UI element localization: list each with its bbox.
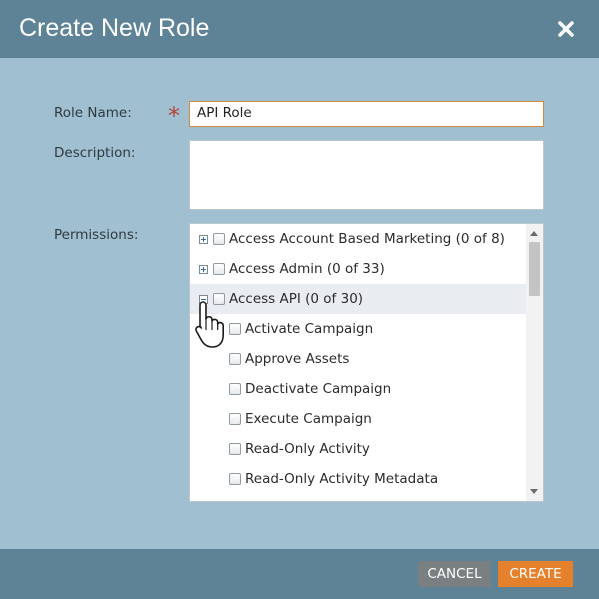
permission-group-abm[interactable]: Access Account Based Marketing (0 of 8) [190, 224, 527, 254]
permission-checkbox[interactable] [229, 383, 241, 395]
dialog-footer: CANCEL CREATE [0, 549, 599, 599]
permission-item-label: Approve Assets [245, 351, 350, 367]
permission-checkbox[interactable] [229, 443, 241, 455]
permission-checkbox[interactable] [229, 413, 241, 425]
permissions-tree[interactable]: Access Account Based Marketing (0 of 8) … [189, 223, 544, 502]
permission-item[interactable]: Read-Only Activity Metadata [190, 464, 527, 494]
permissions-scrollbar[interactable] [526, 224, 543, 501]
hand-pointer-icon [195, 301, 224, 348]
permission-item[interactable]: Activate Campaign [190, 314, 527, 344]
plus-box-icon[interactable] [199, 235, 208, 244]
permission-checkbox[interactable] [213, 233, 225, 245]
dialog-header: Create New Role [0, 0, 599, 58]
role-name-label: Role Name: [54, 105, 132, 121]
permission-item-label: Read-Only Activity Metadata [245, 471, 439, 487]
permission-group-label: Access API (0 of 30) [229, 291, 364, 307]
permission-checkbox[interactable] [229, 323, 241, 335]
permission-group-label: Access Account Based Marketing (0 of 8) [229, 231, 505, 247]
permission-item-label: Activate Campaign [245, 321, 374, 337]
plus-box-icon[interactable] [199, 265, 208, 274]
scroll-thumb[interactable] [529, 242, 540, 296]
role-name-input[interactable]: API Role [189, 101, 544, 127]
permission-group-admin[interactable]: Access Admin (0 of 33) [190, 254, 527, 284]
required-marker: * [168, 102, 180, 130]
dialog-title: Create New Role [19, 14, 210, 42]
create-button[interactable]: CREATE [498, 561, 573, 587]
scroll-up-arrow-icon[interactable] [530, 231, 538, 236]
permission-item[interactable]: Read-Only Activity [190, 434, 527, 464]
cancel-button[interactable]: CANCEL [418, 561, 491, 587]
description-field[interactable] [189, 140, 544, 210]
permission-item[interactable]: Approve Assets [190, 344, 527, 374]
permission-item[interactable]: Execute Campaign [190, 404, 527, 434]
close-icon[interactable] [555, 18, 577, 40]
permission-item-label: Execute Campaign [245, 411, 372, 427]
permission-item-label: Deactivate Campaign [245, 381, 392, 397]
scroll-down-arrow-icon[interactable] [530, 489, 538, 494]
permission-checkbox[interactable] [229, 353, 241, 365]
permission-checkbox[interactable] [229, 473, 241, 485]
description-label: Description: [54, 145, 136, 161]
permission-checkbox[interactable] [213, 263, 225, 275]
permissions-label: Permissions: [54, 227, 139, 243]
permission-group-label: Access Admin (0 of 33) [229, 261, 385, 277]
permission-item[interactable]: Deactivate Campaign [190, 374, 527, 404]
permission-item-label: Read-Only Activity [245, 441, 370, 457]
permission-group-api[interactable]: Access API (0 of 30) [190, 284, 527, 314]
